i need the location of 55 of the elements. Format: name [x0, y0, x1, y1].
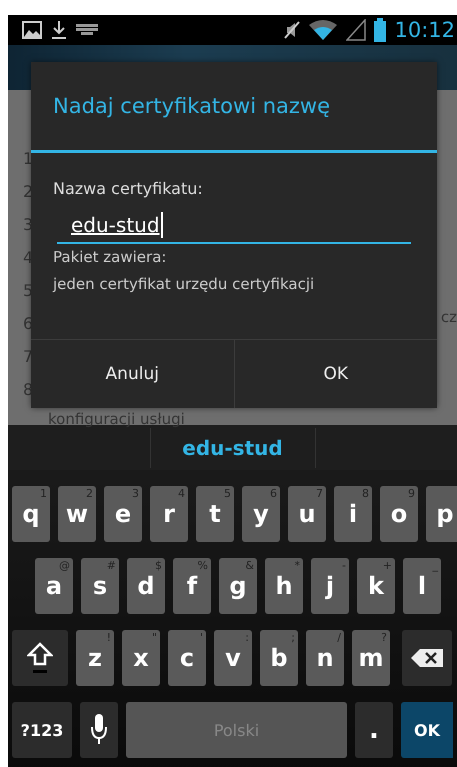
download-icon — [50, 20, 68, 40]
letter-key[interactable]: % f — [173, 558, 211, 614]
background-text: cz — [440, 308, 457, 326]
shift-key[interactable] — [12, 630, 68, 686]
list-number: 1 — [23, 150, 34, 168]
microphone-icon — [90, 713, 108, 747]
info-heading: Pakiet zawiera: — [53, 247, 168, 268]
letter-key[interactable]: 6 y — [242, 486, 280, 542]
microphone-key[interactable] — [80, 702, 118, 758]
background-text: konfiguracji usługi — [48, 410, 185, 428]
shift-arrow-icon — [27, 642, 53, 674]
letter-key[interactable]: _ l — [403, 558, 441, 614]
letter-key[interactable]: - j — [311, 558, 349, 614]
letter-key[interactable]: & g — [219, 558, 257, 614]
letter-key[interactable]: + k — [357, 558, 395, 614]
letter-key[interactable]: 7 u — [288, 486, 326, 542]
letter-key[interactable]: 1 q — [12, 486, 50, 542]
letter-key[interactable]: $ d — [127, 558, 165, 614]
symbols-key[interactable]: ?123 — [12, 702, 72, 758]
letter-key[interactable]: ! z — [76, 630, 114, 686]
backspace-key[interactable] — [402, 630, 452, 686]
letter-key[interactable]: 4 r — [150, 486, 188, 542]
info-text: jeden certyfikat urzędu certyfikacji — [53, 274, 316, 295]
muted-speaker-icon — [284, 21, 300, 39]
letter-key[interactable]: ' c — [168, 630, 206, 686]
backspace-icon — [410, 648, 444, 668]
wifi-icon — [308, 19, 338, 41]
dialog-button[interactable]: OK — [234, 340, 437, 408]
dialog-button[interactable]: Anuluj — [31, 340, 234, 408]
letter-key[interactable]: 5 t — [196, 486, 234, 542]
letter-key[interactable]: 2 w — [58, 486, 96, 542]
signal-icon — [346, 19, 366, 41]
letter-key[interactable]: * h — [265, 558, 303, 614]
letter-key[interactable]: : v — [214, 630, 252, 686]
list-number: 4 — [23, 249, 34, 267]
letter-key[interactable]: # s — [81, 558, 119, 614]
field-label: Nazwa certyfikatu: — [53, 179, 204, 198]
letter-key[interactable]: 3 e — [104, 486, 142, 542]
suggestion-word[interactable]: edu-stud — [150, 436, 314, 460]
ok-key[interactable]: OK — [401, 702, 453, 758]
period-key[interactable]: . — [355, 702, 393, 758]
letter-key[interactable]: " x — [122, 630, 160, 686]
letter-key[interactable]: 8 i — [334, 486, 372, 542]
picture-icon — [22, 21, 42, 39]
letter-key[interactable]: 9 o — [380, 486, 418, 542]
letter-key[interactable]: p — [426, 486, 457, 542]
letter-key[interactable]: @ a — [35, 558, 73, 614]
keyboard-icon — [76, 24, 98, 36]
letter-key[interactable]: ; b — [260, 630, 298, 686]
letter-key[interactable]: ? m — [352, 630, 390, 686]
letter-key[interactable]: / n — [306, 630, 344, 686]
status-time: 10:12 — [394, 18, 456, 42]
dialog-title: Nadaj certyfikatowi nazwę — [31, 62, 437, 153]
battery-icon — [374, 18, 386, 42]
input-field[interactable]: edu-stud — [57, 208, 411, 244]
